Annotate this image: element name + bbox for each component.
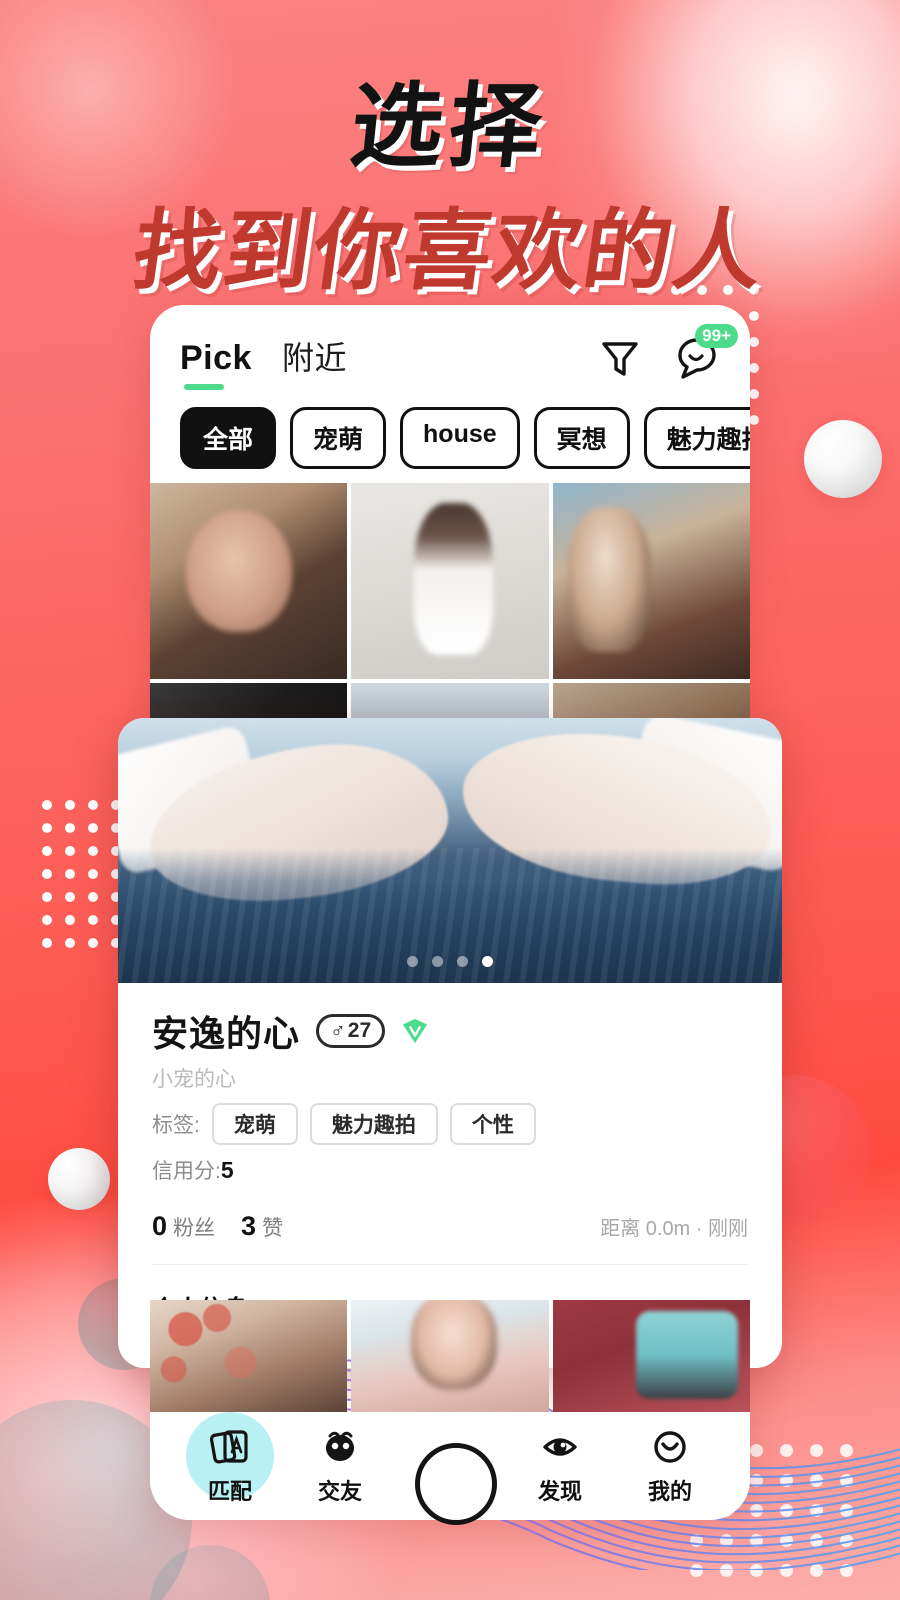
tab-pick-label: Pick	[180, 339, 252, 377]
filter-chip-row[interactable]: 全部 宠萌 house 冥想 魅力趣拍 个	[150, 393, 750, 483]
carousel-dot[interactable]	[457, 956, 468, 967]
nav-center-ring-button[interactable]	[415, 1443, 497, 1525]
profile-tag[interactable]: 个性	[449, 1103, 536, 1145]
friends-face-icon	[318, 1426, 362, 1468]
filter-funnel-icon[interactable]	[600, 338, 640, 380]
photo-grid-item[interactable]	[351, 483, 549, 679]
profile-age: 27	[347, 1019, 372, 1042]
stat-likes: 3赞	[241, 1211, 283, 1242]
chip-house[interactable]: house	[400, 407, 520, 469]
carousel-dot[interactable]	[432, 956, 443, 967]
tab-nearby[interactable]: 附近	[282, 333, 347, 393]
promo-headline-secondary: 找到你喜欢的人	[127, 201, 771, 300]
stat-followers-label: 粉丝	[173, 1217, 216, 1240]
chip-chongmeng[interactable]: 宠萌	[290, 407, 387, 469]
credit-score-value: 5	[220, 1157, 234, 1183]
stat-followers-value: 0	[152, 1211, 168, 1241]
white-sphere-right	[804, 420, 882, 498]
profile-smile-icon	[648, 1426, 692, 1468]
nav-item-discover[interactable]: 发现	[514, 1426, 606, 1506]
profile-detail-card: 安逸的心 ♂ 27 小宠的心 标签: 宠萌 魅力趣拍 个性 信用分:5 0 粉丝 3…	[118, 718, 782, 1368]
credit-score-row: 信用分:5	[152, 1155, 748, 1185]
header-actions: 99+	[600, 324, 738, 381]
stat-likes-value: 3	[241, 1211, 257, 1241]
nav-item-match-label: 匹配	[207, 1479, 252, 1504]
profile-name-row: 安逸的心 ♂ 27	[152, 1005, 748, 1057]
tab-nearby-label: 附近	[281, 340, 347, 376]
tags-label: 标签:	[152, 1114, 200, 1137]
tab-pick[interactable]: Pick	[180, 339, 252, 392]
photo-strip	[150, 1300, 750, 1412]
match-cards-icon	[208, 1426, 252, 1468]
verified-v-icon	[403, 1018, 428, 1044]
profile-nickname: 小宠的心	[152, 1068, 236, 1091]
gender-age-badge: ♂ 27	[316, 1014, 386, 1048]
tab-active-underline	[184, 384, 224, 390]
chip-all[interactable]: 全部	[180, 407, 277, 469]
chat-unread-badge: 99+	[695, 324, 738, 348]
photo-strip-item[interactable]	[552, 1300, 750, 1412]
profile-name: 安逸的心	[152, 1013, 301, 1054]
header-tabs: Pick 附近	[180, 333, 347, 393]
carousel-dots[interactable]	[118, 956, 782, 967]
profile-stats-row: 0 粉丝 3赞 距离 0.0m · 刚刚	[152, 1211, 748, 1265]
chip-mingxiang[interactable]: 冥想	[533, 407, 630, 469]
nav-item-friends-label: 交友	[317, 1479, 362, 1504]
stat-likes-label: 赞	[262, 1217, 284, 1240]
white-sphere-left	[48, 1148, 110, 1210]
photo-strip-item[interactable]	[150, 1300, 348, 1412]
profile-tag-row: 标签: 宠萌 魅力趣拍 个性	[152, 1103, 748, 1145]
discover-eye-icon	[538, 1426, 582, 1468]
credit-score-label: 信用分:	[152, 1160, 221, 1183]
app-header: Pick 附近 99+	[150, 305, 750, 393]
photo-grid-item[interactable]	[552, 483, 750, 679]
profile-tag[interactable]: 宠萌	[211, 1103, 298, 1145]
gender-symbol: ♂	[330, 1019, 346, 1042]
photo-grid-item[interactable]	[150, 483, 348, 679]
carousel-dot-active[interactable]	[482, 956, 493, 967]
stat-followers: 0 粉丝	[152, 1211, 215, 1242]
nav-item-mine-label: 我的	[647, 1479, 692, 1504]
nav-item-discover-label: 发现	[537, 1479, 582, 1504]
promo-headline-primary: 选择	[345, 76, 553, 178]
carousel-dot[interactable]	[407, 956, 418, 967]
profile-hero-image[interactable]	[118, 718, 782, 983]
photo-strip-item[interactable]	[351, 1300, 549, 1412]
nav-item-mine[interactable]: 我的	[624, 1426, 716, 1506]
nav-item-match[interactable]: 匹配	[184, 1412, 276, 1506]
nav-item-friends[interactable]: 交友	[294, 1426, 386, 1506]
profile-tag[interactable]: 魅力趣拍	[309, 1103, 438, 1145]
chat-bubble-smile-icon[interactable]: 99+	[674, 324, 738, 381]
distance-time-text: 距离 0.0m · 刚刚	[600, 1218, 748, 1240]
chip-meiliqupai[interactable]: 魅力趣拍	[643, 407, 750, 469]
